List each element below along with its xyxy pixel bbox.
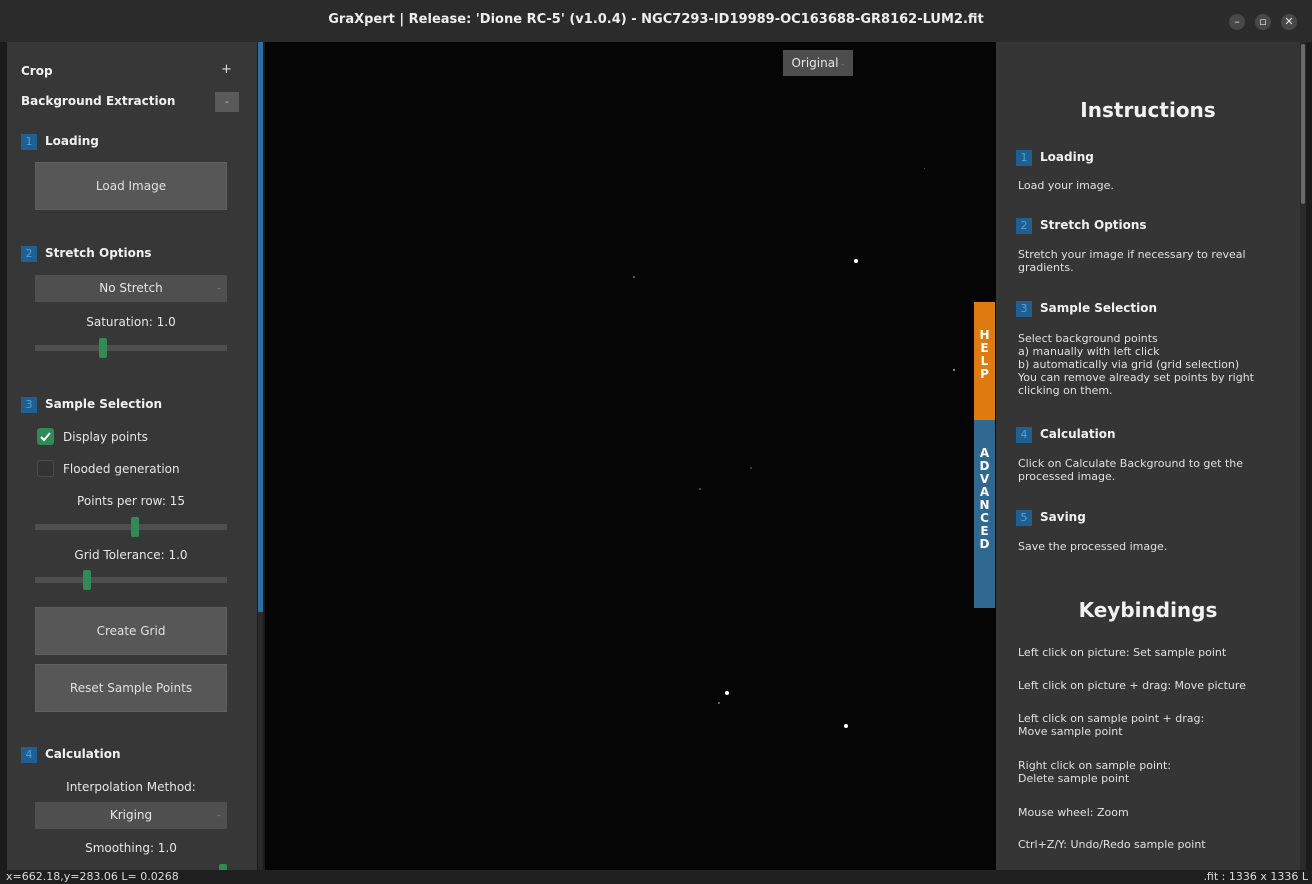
- star: [750, 467, 752, 469]
- background-extraction-label[interactable]: Background Extraction: [21, 94, 175, 108]
- saturation-label: Saturation: 1.0: [86, 315, 176, 329]
- left-panel-scrollbar-thumb[interactable]: [258, 42, 263, 612]
- stretch-section-header: 2 Stretch Options: [21, 246, 152, 262]
- image-info: .fit : 1336 x 1336 L: [1203, 870, 1308, 883]
- instruction-text-stretch: Stretch your image if necessary to revea…: [1018, 248, 1246, 274]
- display-points-label: Display points: [63, 430, 148, 444]
- maximize-button[interactable]: ▫: [1255, 14, 1271, 30]
- minimize-button[interactable]: –: [1229, 14, 1245, 30]
- left-panel-scrollbar[interactable]: [258, 42, 263, 870]
- help-panel-scrollbar[interactable]: [1300, 42, 1306, 870]
- cursor-coordinates: x=662.18,y=283.06 L= 0.0268: [6, 870, 179, 883]
- checkmark-icon: [40, 432, 51, 442]
- crop-section-label[interactable]: Crop: [21, 64, 53, 78]
- keybinding-item: Mouse wheel: Zoom: [1018, 806, 1129, 819]
- sample-title: Sample Selection: [45, 397, 163, 411]
- interpolation-method-label: Interpolation Method:: [66, 780, 196, 794]
- reset-sample-points-button[interactable]: Reset Sample Points: [35, 664, 227, 712]
- step-number: 2: [21, 246, 37, 262]
- chevron-down-icon: -: [838, 60, 845, 70]
- status-bar: x=662.18,y=283.06 L= 0.0268 .fit : 1336 …: [0, 870, 1312, 884]
- instruction-text-saving: Save the processed image.: [1018, 540, 1168, 553]
- create-grid-button[interactable]: Create Grid: [35, 607, 227, 655]
- keybindings-heading: Keybindings: [1078, 598, 1218, 622]
- keybinding-item: Left click on picture + drag: Move pictu…: [1018, 679, 1246, 692]
- sample-section-header: 3 Sample Selection: [21, 397, 162, 413]
- view-mode-select[interactable]: Original -: [783, 50, 853, 76]
- keybinding-item: Left click on sample point + drag: Move …: [1018, 712, 1205, 738]
- points-per-row-slider-thumb[interactable]: [130, 517, 139, 537]
- flooded-generation-checkbox[interactable]: [37, 460, 54, 477]
- star: [924, 168, 925, 169]
- background-extraction-collapse-button[interactable]: -: [215, 92, 239, 112]
- display-points-checkbox[interactable]: [37, 428, 54, 445]
- points-per-row-label: Points per row: 15: [77, 494, 185, 508]
- crop-expand-button[interactable]: +: [221, 62, 232, 77]
- instruction-step-calculation: 4 Calculation: [1016, 427, 1116, 443]
- instruction-step-loading: 1 Loading: [1016, 150, 1094, 166]
- star: [633, 276, 635, 278]
- advanced-tab[interactable]: A D V A N C E D: [974, 420, 995, 608]
- instruction-step-sample: 3 Sample Selection: [1016, 301, 1157, 317]
- image-canvas[interactable]: Original - H E L P A D V A N C E D: [265, 42, 996, 870]
- grid-tolerance-slider-track[interactable]: [35, 577, 227, 583]
- star: [953, 369, 955, 371]
- instruction-text-calculation: Click on Calculate Background to get the…: [1018, 457, 1244, 483]
- keybinding-item: Ctrl+Z/Y: Undo/Redo sample point: [1018, 838, 1206, 851]
- star: [844, 724, 848, 728]
- instruction-text-sample: Select background points a) manually wit…: [1018, 332, 1254, 397]
- keybinding-item: Left click on picture: Set sample point: [1018, 646, 1227, 659]
- stretch-select[interactable]: No Stretch –: [35, 275, 227, 302]
- star: [718, 702, 720, 704]
- step-number: 4: [21, 747, 37, 763]
- grid-tolerance-slider-thumb[interactable]: [82, 570, 91, 590]
- calculation-section-header: 4 Calculation: [21, 747, 121, 763]
- chevron-down-icon: –: [217, 284, 221, 293]
- flooded-generation-label: Flooded generation: [63, 462, 180, 476]
- chevron-down-icon: –: [217, 811, 221, 820]
- help-panel-scrollbar-thumb[interactable]: [1301, 44, 1305, 204]
- instruction-step-stretch: 2 Stretch Options: [1016, 218, 1147, 234]
- grid-tolerance-label: Grid Tolerance: 1.0: [74, 548, 188, 562]
- saturation-slider-thumb[interactable]: [99, 338, 108, 358]
- star: [854, 259, 858, 263]
- step-number: 3: [21, 397, 37, 413]
- calculation-title: Calculation: [45, 747, 121, 761]
- loading-section-header: 1 Loading: [21, 134, 99, 150]
- keybinding-item: Right click on sample point: Delete samp…: [1018, 759, 1171, 785]
- interpolation-method-value: Kriging: [109, 808, 153, 822]
- help-panel: Instructions 1 Loading Load your image. 2…: [996, 42, 1300, 870]
- view-mode-value: Original: [791, 56, 839, 70]
- close-button[interactable]: ✕: [1281, 14, 1297, 30]
- instructions-heading: Instructions: [1080, 98, 1216, 122]
- left-control-panel: Crop + Background Extraction - 1 Loading …: [7, 42, 257, 870]
- step-number: 1: [21, 134, 37, 150]
- instruction-text-loading: Load your image.: [1018, 179, 1114, 192]
- saturation-slider-track[interactable]: [35, 345, 227, 351]
- stretch-select-value: No Stretch: [99, 281, 163, 295]
- instruction-step-saving: 5 Saving: [1016, 510, 1086, 526]
- window-title: GraXpert | Release: 'Dione RC-5' (v1.0.4…: [328, 12, 984, 27]
- star: [725, 691, 729, 695]
- interpolation-method-select[interactable]: Kriging –: [35, 802, 227, 829]
- star: [699, 488, 701, 490]
- smoothing-label: Smoothing: 1.0: [85, 841, 177, 855]
- loading-title: Loading: [45, 134, 99, 148]
- help-tab[interactable]: H E L P: [974, 302, 995, 420]
- load-image-button[interactable]: Load Image: [35, 162, 227, 210]
- stretch-title: Stretch Options: [45, 246, 152, 260]
- title-bar: GraXpert | Release: 'Dione RC-5' (v1.0.4…: [0, 0, 1312, 42]
